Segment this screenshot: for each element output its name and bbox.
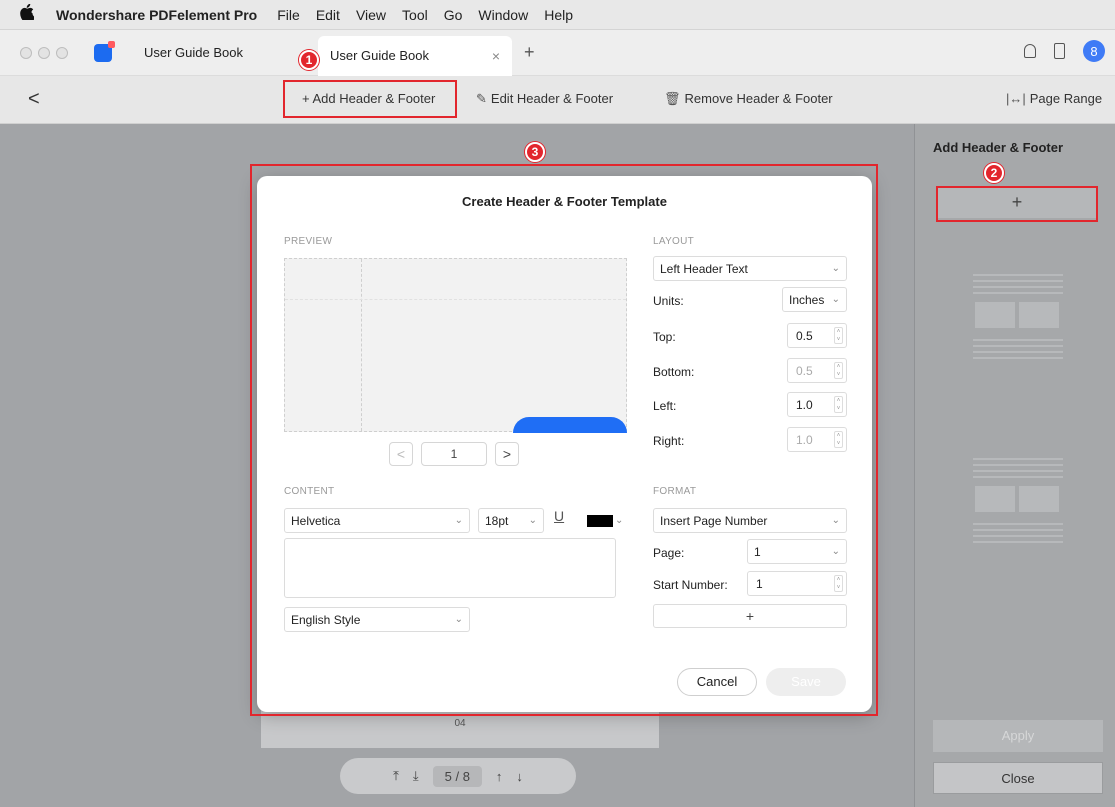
bell-icon[interactable] [1024,44,1036,58]
zoom-window-button[interactable] [56,46,68,59]
page-footer-number: 04 [454,718,466,729]
close-button[interactable]: Close [933,762,1103,794]
menubar: Wondershare PDFelement Pro File Edit Vie… [0,0,1115,30]
minimize-window-button[interactable] [38,46,50,59]
total-pages: 8 [462,768,470,784]
annotation-box-panel-add [936,186,1098,222]
trash-icon: 🗑 [664,91,681,106]
menu-help[interactable]: Help [544,7,573,23]
header-footer-toolbar: < + Add Header & Footer ✎ Edit Header & F… [0,76,1115,124]
page-range-label: Page Range [1029,91,1103,106]
right-panel: Add Header & Footer + Apply Close [914,124,1115,807]
current-page: 5 [444,768,452,784]
pencil-icon: ✎ [476,91,487,106]
close-window-button[interactable] [20,46,32,59]
tab-label: User Guide Book [144,45,243,60]
menu-window[interactable]: Window [478,7,528,23]
annotation-marker-3: 3 [525,142,545,162]
edit-label: Edit Header & Footer [490,91,614,106]
remove-label: Remove Header & Footer [684,91,833,106]
edit-header-footer-button[interactable]: ✎ Edit Header & Footer [476,91,613,107]
annotation-marker-1: 1 [299,50,319,70]
last-page-icon[interactable]: ⤓ [413,768,419,784]
new-tab-button[interactable]: + [524,42,535,63]
page-range-icon: |↔| [1006,91,1026,106]
annotation-box-add-button [283,80,457,118]
apple-logo-icon[interactable] [20,3,36,25]
template-thumbnail[interactable] [973,270,1063,363]
back-chevron-icon[interactable]: < [28,88,40,111]
window-controls [20,46,68,59]
apply-button[interactable]: Apply [933,720,1103,752]
annotation-box-dialog [250,164,878,716]
tab-close-icon[interactable]: × [492,48,500,64]
annotation-marker-2: 2 [984,163,1004,183]
menu-file[interactable]: File [277,7,300,23]
user-avatar-icon[interactable]: 8 [1083,40,1105,62]
menu-tool[interactable]: Tool [402,7,428,23]
panel-title: Add Header & Footer [933,140,1064,155]
tab-bar: User Guide Book User Guide Book × + 8 [0,30,1115,76]
tab-user-guide-book-1[interactable]: User Guide Book [132,36,302,70]
menu-go[interactable]: Go [444,7,463,23]
tab-bar-right: 8 [1024,40,1105,62]
page-separator: / [455,768,460,784]
remove-header-footer-button[interactable]: 🗑 Remove Header & Footer [664,91,833,107]
device-icon[interactable] [1054,43,1065,59]
tab-user-guide-book-2[interactable]: User Guide Book × [318,35,512,76]
page-number-field[interactable]: 5 / 8 [432,765,482,787]
app-name-menu[interactable]: Wondershare PDFelement Pro [56,7,257,23]
page-range-button[interactable]: |↔| Page Range [1006,91,1102,106]
next-page-icon[interactable]: ↓ [516,769,523,784]
menu-edit[interactable]: Edit [316,7,340,23]
menu-view[interactable]: View [356,7,386,23]
previous-page-icon[interactable]: ↑ [496,769,503,784]
template-thumbnail[interactable] [973,454,1063,547]
pdfelement-logo-icon [94,40,115,62]
first-page-icon[interactable]: ⤒ [393,768,399,784]
page-navigator: ⤒ ⤓ 5 / 8 ↑ ↓ [340,758,576,794]
tab-label: User Guide Book [330,48,429,63]
